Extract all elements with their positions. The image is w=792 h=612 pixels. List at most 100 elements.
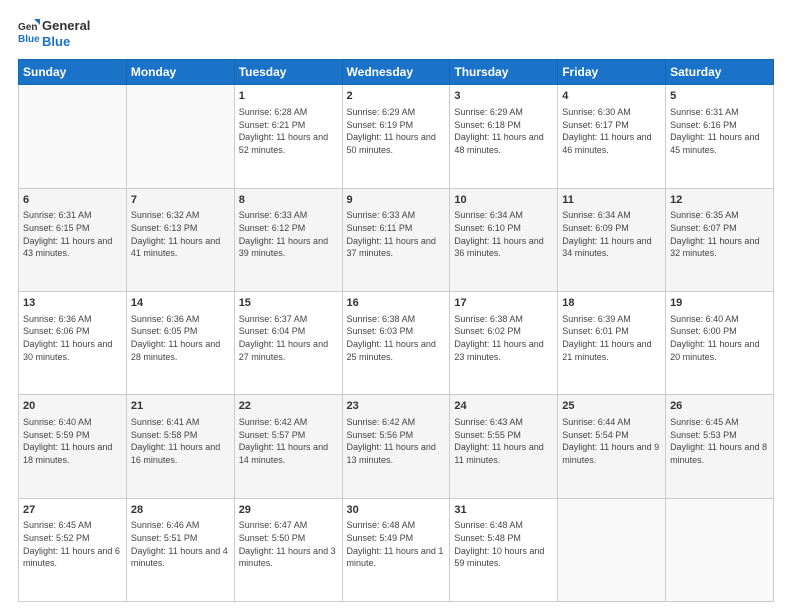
calendar-day-cell xyxy=(666,498,774,601)
day-info: Sunrise: 6:36 AM Sunset: 6:05 PM Dayligh… xyxy=(131,313,230,363)
calendar-week-row: 13Sunrise: 6:36 AM Sunset: 6:06 PM Dayli… xyxy=(19,291,774,394)
day-number: 10 xyxy=(454,193,553,208)
day-info: Sunrise: 6:30 AM Sunset: 6:17 PM Dayligh… xyxy=(562,106,661,156)
calendar-day-cell: 16Sunrise: 6:38 AM Sunset: 6:03 PM Dayli… xyxy=(342,291,450,394)
calendar-day-cell: 9Sunrise: 6:33 AM Sunset: 6:11 PM Daylig… xyxy=(342,188,450,291)
calendar-day-cell: 3 Sunrise: 6:29 AM Sunset: 6:18 PM Daylig… xyxy=(450,85,558,188)
calendar-day-cell: 24 Sunrise: 6:43 AM Sunset: 5:55 PM Dayli… xyxy=(450,395,558,498)
day-number: 13 xyxy=(23,296,122,311)
weekday-header: Thursday xyxy=(450,60,558,85)
weekday-header: Tuesday xyxy=(234,60,342,85)
day-info: Sunrise: 6:41 AM Sunset: 5:58 PM Dayligh… xyxy=(131,416,230,466)
logo-shape-icon: Gen Blue xyxy=(18,18,40,46)
calendar-day-cell: 27Sunrise: 6:45 AM Sunset: 5:52 PM Dayli… xyxy=(19,498,127,601)
calendar-day-cell: 13Sunrise: 6:36 AM Sunset: 6:06 PM Dayli… xyxy=(19,291,127,394)
logo-blue-text: Blue xyxy=(42,34,90,50)
calendar-week-row: 1 Sunrise: 6:28 AM Sunset: 6:21 PM Daylig… xyxy=(19,85,774,188)
calendar-day-cell: 28Sunrise: 6:46 AM Sunset: 5:51 PM Dayli… xyxy=(126,498,234,601)
calendar-day-cell: 17 Sunrise: 6:38 AM Sunset: 6:02 PM Dayli… xyxy=(450,291,558,394)
day-info: Sunrise: 6:29 AM Sunset: 6:18 PM Dayligh… xyxy=(454,106,553,156)
calendar-day-cell: 31Sunrise: 6:48 AM Sunset: 5:48 PM Dayli… xyxy=(450,498,558,601)
day-info: Sunrise: 6:40 AM Sunset: 5:59 PM Dayligh… xyxy=(23,416,122,466)
calendar-day-cell: 12Sunrise: 6:35 AM Sunset: 6:07 PM Dayli… xyxy=(666,188,774,291)
day-info: Sunrise: 6:43 AM Sunset: 5:55 PM Dayligh… xyxy=(454,416,553,466)
day-number: 2 xyxy=(347,89,446,104)
calendar-day-cell: 1 Sunrise: 6:28 AM Sunset: 6:21 PM Daylig… xyxy=(234,85,342,188)
day-info: Sunrise: 6:39 AM Sunset: 6:01 PM Dayligh… xyxy=(562,313,661,363)
weekday-header: Friday xyxy=(558,60,666,85)
day-number: 5 xyxy=(670,89,769,104)
day-number: 18 xyxy=(562,296,661,311)
page: Gen Blue General Blue SundayMondayTuesda… xyxy=(0,0,792,612)
day-number: 14 xyxy=(131,296,230,311)
calendar-day-cell: 29Sunrise: 6:47 AM Sunset: 5:50 PM Dayli… xyxy=(234,498,342,601)
day-number: 24 xyxy=(454,399,553,414)
day-number: 7 xyxy=(131,193,230,208)
calendar-day-cell: 19 Sunrise: 6:40 AM Sunset: 6:00 PM Dayli… xyxy=(666,291,774,394)
calendar-day-cell: 21 Sunrise: 6:41 AM Sunset: 5:58 PM Dayli… xyxy=(126,395,234,498)
day-number: 21 xyxy=(131,399,230,414)
calendar-day-cell: 2Sunrise: 6:29 AM Sunset: 6:19 PM Daylig… xyxy=(342,85,450,188)
calendar-day-cell xyxy=(558,498,666,601)
day-number: 20 xyxy=(23,399,122,414)
calendar-day-cell: 30Sunrise: 6:48 AM Sunset: 5:49 PM Dayli… xyxy=(342,498,450,601)
day-number: 1 xyxy=(239,89,338,104)
day-info: Sunrise: 6:34 AM Sunset: 6:09 PM Dayligh… xyxy=(562,209,661,259)
day-info: Sunrise: 6:38 AM Sunset: 6:02 PM Dayligh… xyxy=(454,313,553,363)
day-info: Sunrise: 6:40 AM Sunset: 6:00 PM Dayligh… xyxy=(670,313,769,363)
day-info: Sunrise: 6:31 AM Sunset: 6:15 PM Dayligh… xyxy=(23,209,122,259)
calendar-day-cell: 26 Sunrise: 6:45 AM Sunset: 5:53 PM Dayli… xyxy=(666,395,774,498)
calendar-week-row: 6Sunrise: 6:31 AM Sunset: 6:15 PM Daylig… xyxy=(19,188,774,291)
day-number: 17 xyxy=(454,296,553,311)
calendar-day-cell: 10Sunrise: 6:34 AM Sunset: 6:10 PM Dayli… xyxy=(450,188,558,291)
calendar-day-cell: 8Sunrise: 6:33 AM Sunset: 6:12 PM Daylig… xyxy=(234,188,342,291)
calendar-day-cell: 22Sunrise: 6:42 AM Sunset: 5:57 PM Dayli… xyxy=(234,395,342,498)
weekday-header: Monday xyxy=(126,60,234,85)
day-number: 23 xyxy=(347,399,446,414)
day-number: 6 xyxy=(23,193,122,208)
day-info: Sunrise: 6:33 AM Sunset: 6:12 PM Dayligh… xyxy=(239,209,338,259)
day-number: 26 xyxy=(670,399,769,414)
day-number: 25 xyxy=(562,399,661,414)
day-info: Sunrise: 6:45 AM Sunset: 5:52 PM Dayligh… xyxy=(23,519,122,569)
svg-text:Gen: Gen xyxy=(18,22,37,33)
calendar-day-cell: 15Sunrise: 6:37 AM Sunset: 6:04 PM Dayli… xyxy=(234,291,342,394)
day-number: 16 xyxy=(347,296,446,311)
calendar-day-cell: 14 Sunrise: 6:36 AM Sunset: 6:05 PM Dayli… xyxy=(126,291,234,394)
day-info: Sunrise: 6:28 AM Sunset: 6:21 PM Dayligh… xyxy=(239,106,338,156)
day-number: 15 xyxy=(239,296,338,311)
calendar-day-cell: 25Sunrise: 6:44 AM Sunset: 5:54 PM Dayli… xyxy=(558,395,666,498)
weekday-header: Saturday xyxy=(666,60,774,85)
day-info: Sunrise: 6:31 AM Sunset: 6:16 PM Dayligh… xyxy=(670,106,769,156)
calendar-day-cell: 20 Sunrise: 6:40 AM Sunset: 5:59 PM Dayli… xyxy=(19,395,127,498)
day-number: 9 xyxy=(347,193,446,208)
calendar-day-cell: 18 Sunrise: 6:39 AM Sunset: 6:01 PM Dayli… xyxy=(558,291,666,394)
day-info: Sunrise: 6:42 AM Sunset: 5:56 PM Dayligh… xyxy=(347,416,446,466)
weekday-header: Sunday xyxy=(19,60,127,85)
calendar-day-cell: 23 Sunrise: 6:42 AM Sunset: 5:56 PM Dayli… xyxy=(342,395,450,498)
calendar-header-row: SundayMondayTuesdayWednesdayThursdayFrid… xyxy=(19,60,774,85)
day-number: 30 xyxy=(347,503,446,518)
weekday-header: Wednesday xyxy=(342,60,450,85)
day-info: Sunrise: 6:32 AM Sunset: 6:13 PM Dayligh… xyxy=(131,209,230,259)
day-info: Sunrise: 6:33 AM Sunset: 6:11 PM Dayligh… xyxy=(347,209,446,259)
day-info: Sunrise: 6:34 AM Sunset: 6:10 PM Dayligh… xyxy=(454,209,553,259)
calendar-day-cell xyxy=(19,85,127,188)
day-number: 31 xyxy=(454,503,553,518)
day-number: 4 xyxy=(562,89,661,104)
header: Gen Blue General Blue xyxy=(18,18,774,49)
day-number: 28 xyxy=(131,503,230,518)
calendar-day-cell: 7Sunrise: 6:32 AM Sunset: 6:13 PM Daylig… xyxy=(126,188,234,291)
day-number: 27 xyxy=(23,503,122,518)
day-info: Sunrise: 6:45 AM Sunset: 5:53 PM Dayligh… xyxy=(670,416,769,466)
logo-general-text: General xyxy=(42,18,90,34)
logo: Gen Blue General Blue xyxy=(18,18,90,49)
calendar-day-cell: 6Sunrise: 6:31 AM Sunset: 6:15 PM Daylig… xyxy=(19,188,127,291)
day-number: 3 xyxy=(454,89,553,104)
calendar-week-row: 20 Sunrise: 6:40 AM Sunset: 5:59 PM Dayli… xyxy=(19,395,774,498)
calendar-week-row: 27Sunrise: 6:45 AM Sunset: 5:52 PM Dayli… xyxy=(19,498,774,601)
day-info: Sunrise: 6:35 AM Sunset: 6:07 PM Dayligh… xyxy=(670,209,769,259)
day-number: 19 xyxy=(670,296,769,311)
calendar-day-cell: 4 Sunrise: 6:30 AM Sunset: 6:17 PM Daylig… xyxy=(558,85,666,188)
day-number: 8 xyxy=(239,193,338,208)
